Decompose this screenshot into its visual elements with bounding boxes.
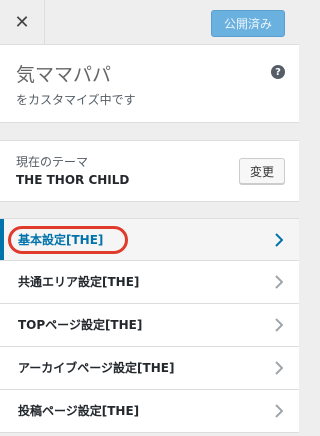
chevron-right-icon bbox=[275, 275, 283, 289]
menu-item-common-area[interactable]: 共通エリア設定[THE] bbox=[0, 261, 299, 304]
customizing-subtitle: をカスタマイズ中です bbox=[16, 93, 136, 107]
current-theme-label: 現在のテーマ bbox=[16, 155, 89, 169]
theme-name: THE THOR CHILD bbox=[16, 173, 130, 187]
menu-item-archive-page[interactable]: アーカイブページ設定[THE] bbox=[0, 347, 299, 390]
menu-item-label: 共通エリア設定[THE] bbox=[18, 275, 140, 289]
chevron-right-icon bbox=[275, 233, 283, 247]
chevron-right-icon bbox=[275, 404, 283, 418]
menu-item-label: アーカイブページ設定[THE] bbox=[18, 361, 175, 375]
close-button[interactable]: ✕ bbox=[0, 0, 45, 44]
close-icon: ✕ bbox=[14, 11, 30, 33]
site-info-panel: 気ママパパ をカスタマイズ中です ? bbox=[0, 45, 299, 123]
menu-item-post-page[interactable]: 投稿ページ設定[THE] bbox=[0, 390, 299, 433]
menu-item-top-page[interactable]: TOPページ設定[THE] bbox=[0, 304, 299, 347]
menu-item-basic-settings[interactable]: 基本設定[THE] bbox=[0, 218, 299, 261]
current-theme-panel: 現在のテーマ THE THOR CHILD 変更 bbox=[0, 140, 299, 202]
highlight-circle bbox=[8, 226, 128, 254]
help-icon[interactable]: ? bbox=[271, 65, 285, 79]
customizer-menu: 基本設定[THE] 共通エリア設定[THE] TOPページ設定[THE] アーカ… bbox=[0, 218, 299, 433]
menu-item-label: TOPページ設定[THE] bbox=[18, 318, 143, 332]
publish-button[interactable]: 公開済み bbox=[211, 10, 285, 37]
top-bar: ✕ 公開済み bbox=[0, 0, 299, 45]
site-title: 気ママパパ bbox=[16, 64, 112, 86]
menu-item-label: 投稿ページ設定[THE] bbox=[18, 404, 140, 418]
chevron-right-icon bbox=[275, 361, 283, 375]
chevron-right-icon bbox=[275, 318, 283, 332]
change-theme-button[interactable]: 変更 bbox=[239, 158, 285, 184]
